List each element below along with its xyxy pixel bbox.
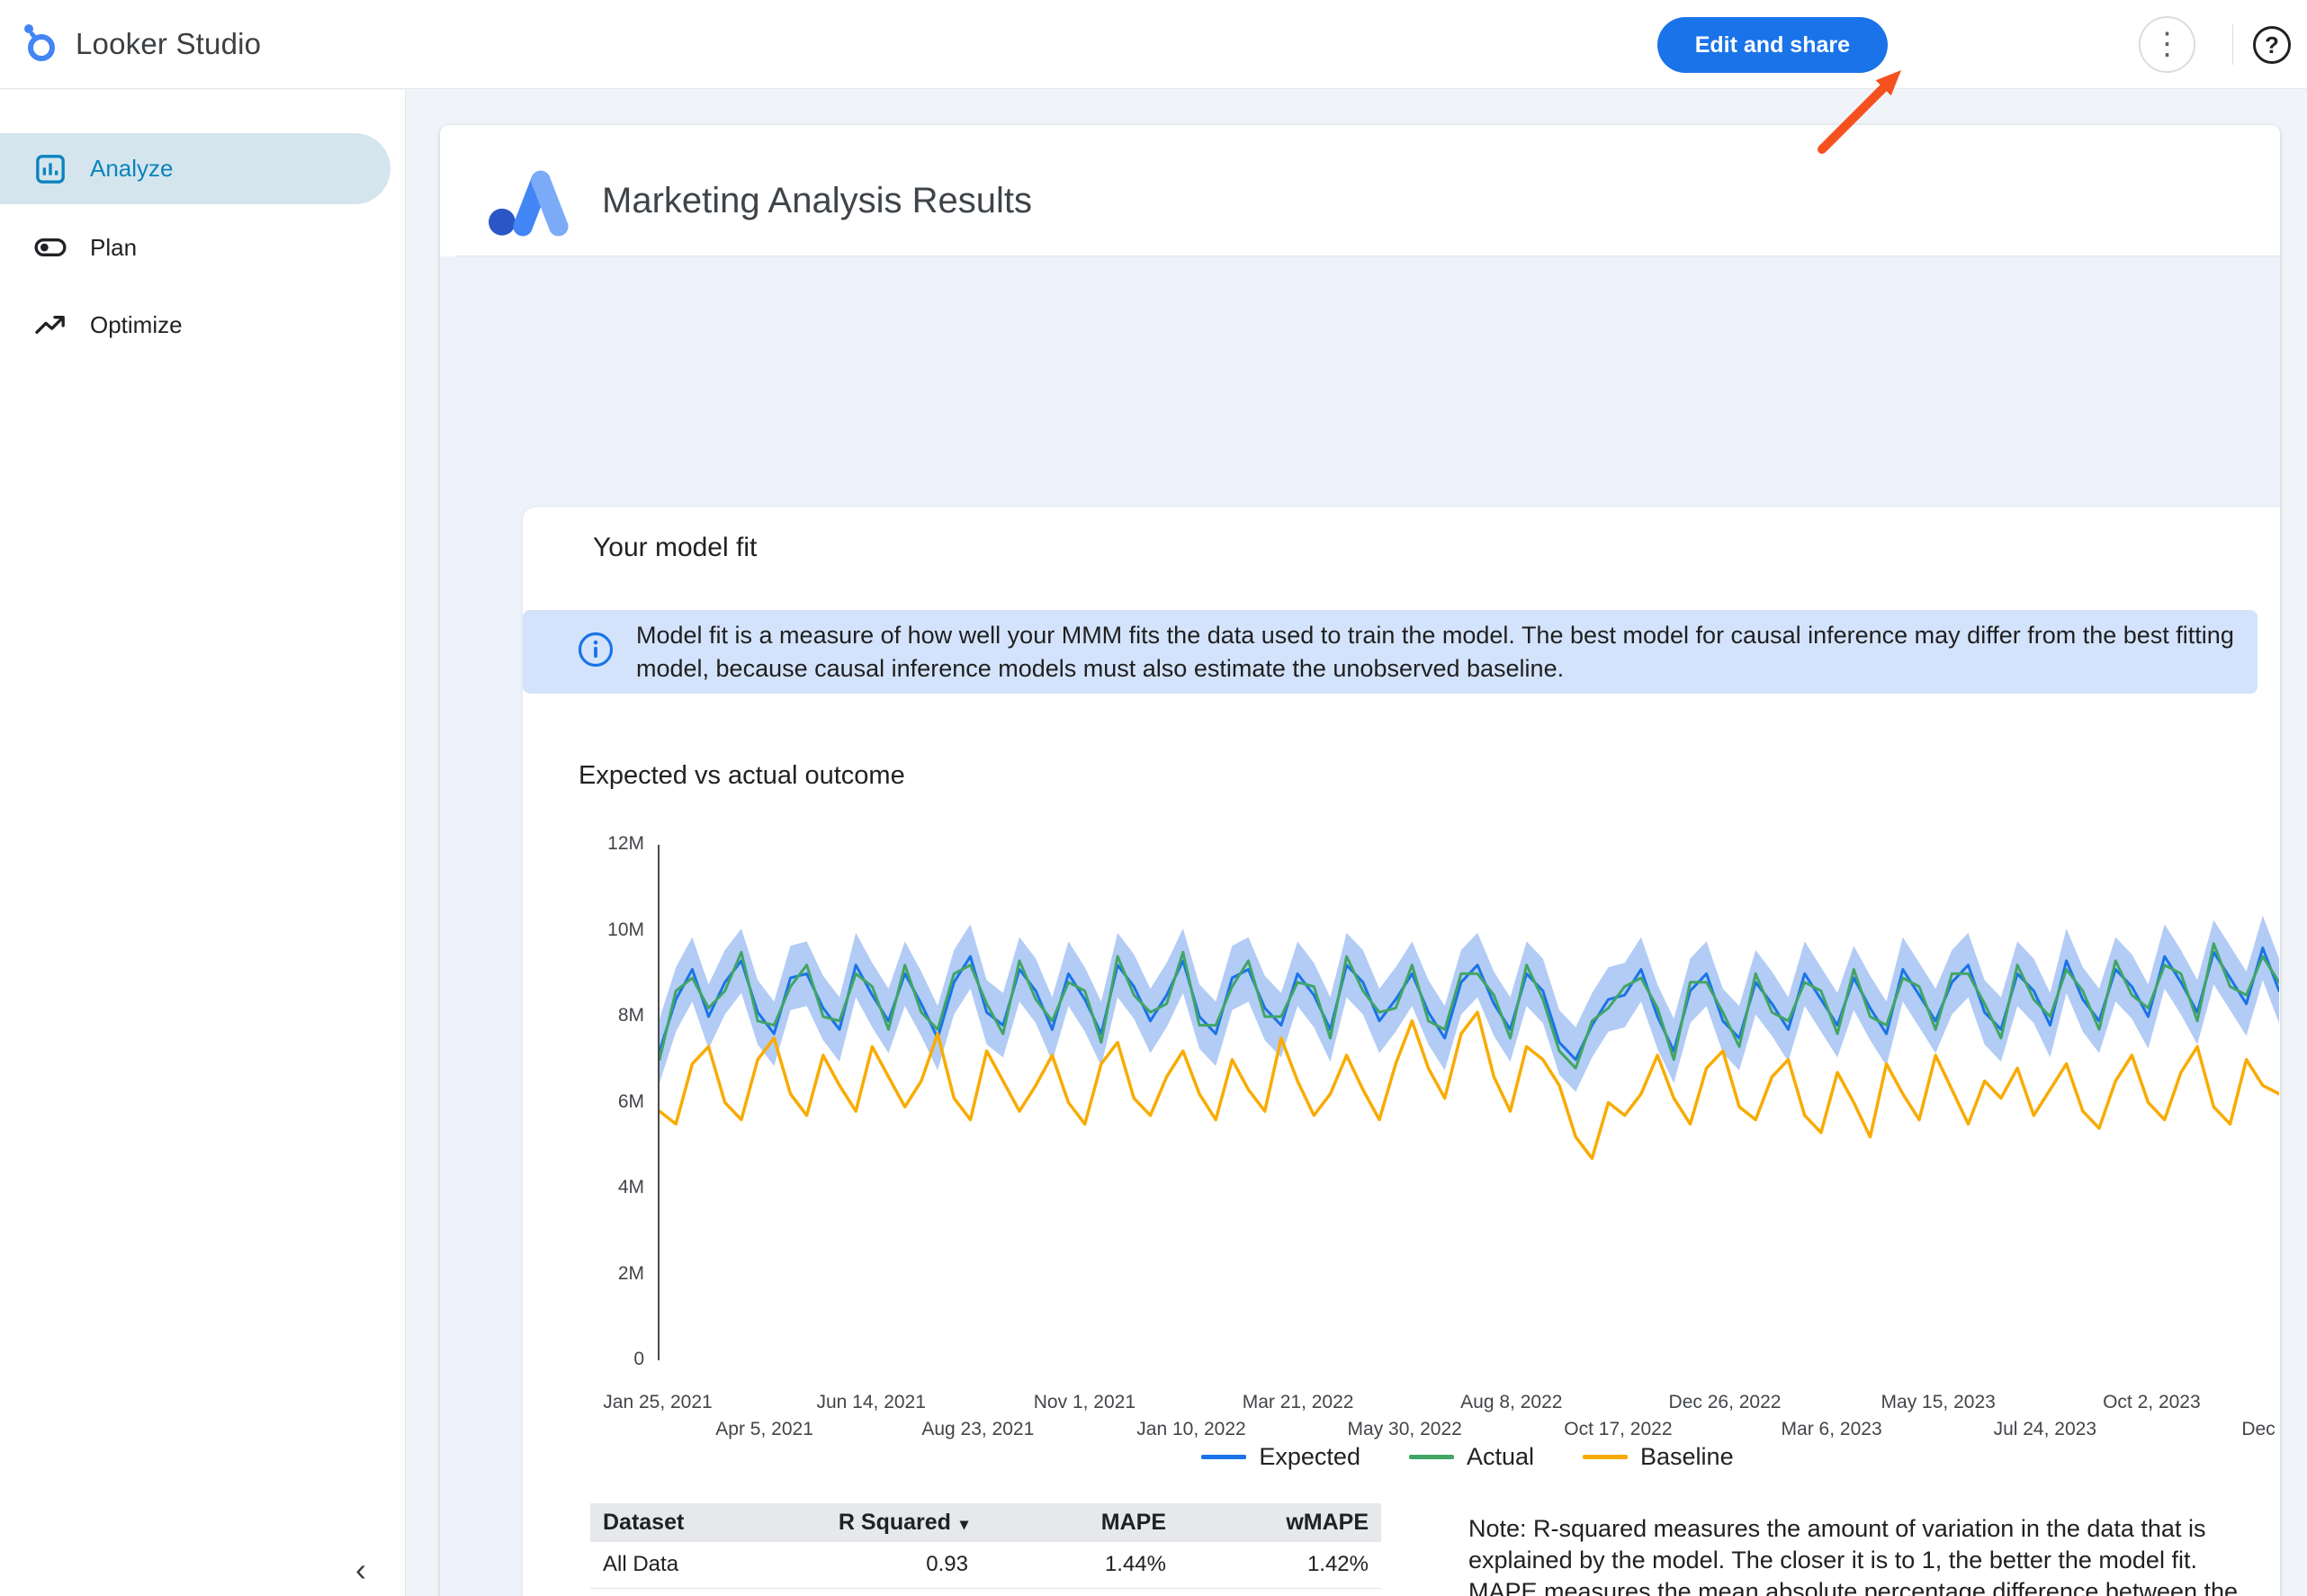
x-axis-label: May 15, 2023 — [1881, 1392, 1996, 1413]
marketing-m-logo-icon — [485, 161, 579, 243]
x-axis-label: Dec 26, 2022 — [1669, 1392, 1782, 1413]
help-button[interactable]: ? — [2253, 26, 2291, 64]
legend-label: Expected — [1259, 1443, 1360, 1471]
col-header-wmape: wMAPE — [1179, 1503, 1381, 1542]
sort-desc-icon: ▾ — [960, 1515, 968, 1533]
sidebar-item-analyze[interactable]: Analyze — [0, 133, 390, 204]
sidebar-item-optimize[interactable]: Optimize — [0, 293, 390, 356]
report-body: Your model fit Model fit is a measure of… — [440, 256, 2280, 1596]
x-axis-label: Aug 23, 2021 — [921, 1419, 1034, 1440]
x-axis-label: May 30, 2022 — [1348, 1419, 1462, 1440]
table-row: All Data 0.93 1.44% 1.42% — [590, 1542, 1381, 1588]
more-options-button[interactable]: ⋮ — [2139, 16, 2195, 73]
col-header-r-squared[interactable]: R Squared▾ — [815, 1503, 981, 1542]
topbar-divider — [2232, 24, 2233, 65]
cell-wmape: 1.42% — [1179, 1542, 1381, 1588]
brand: Looker Studio — [0, 21, 261, 68]
edit-and-share-button[interactable]: Edit and share — [1657, 17, 1888, 73]
chart-x-axis: Jan 25, 2021Apr 5, 2021Jun 14, 2021Aug 2… — [658, 1392, 2277, 1449]
legend-label: Actual — [1467, 1443, 1534, 1471]
x-axis-label: Jan 25, 2021 — [603, 1392, 712, 1413]
y-axis-label: 0 — [550, 1349, 644, 1370]
sidebar-nav: Analyze Plan Optimize ‹ — [0, 90, 406, 1596]
x-axis-label: Mar 21, 2022 — [1243, 1392, 1354, 1413]
info-banner: Model fit is a measure of how well your … — [523, 610, 2258, 694]
expected-line-swatch — [1201, 1455, 1246, 1459]
legend-item-expected: Expected — [1201, 1443, 1360, 1471]
app-title: Looker Studio — [76, 27, 261, 61]
legend-item-actual: Actual — [1409, 1443, 1534, 1471]
cell-mape: 1.44% — [981, 1542, 1179, 1588]
plan-toggle-icon — [32, 229, 68, 265]
legend-item-baseline: Baseline — [1583, 1443, 1734, 1471]
chart-legend: Expected Actual Baseline — [658, 1443, 2277, 1471]
sidebar-item-label: Plan — [90, 234, 137, 262]
looker-studio-logo-icon — [20, 21, 59, 68]
sidebar-item-label: Analyze — [90, 155, 174, 183]
col-header-dataset: Dataset — [590, 1503, 815, 1542]
x-axis-label: Oct 2, 2023 — [2103, 1392, 2201, 1413]
x-axis-label: Oct 17, 2022 — [1564, 1419, 1672, 1440]
y-axis-label: 6M — [550, 1091, 644, 1113]
actual-line-swatch — [1409, 1455, 1454, 1459]
optimize-trending-up-icon — [32, 307, 68, 343]
table-header-row: Dataset R Squared▾ MAPE wMAPE — [590, 1503, 1381, 1542]
x-axis-label: Nov 1, 2021 — [1034, 1392, 1136, 1413]
note-text: Note: R-squared measures the amount of v… — [1468, 1513, 2266, 1596]
model-fit-table: Dataset R Squared▾ MAPE wMAPE All Data 0… — [590, 1503, 1381, 1589]
x-axis-label: Mar 6, 2023 — [1782, 1419, 1882, 1440]
y-axis-label: 10M — [550, 919, 644, 941]
looker-studio-app: Looker Studio Edit and share ⋮ ? Analyze — [0, 0, 2307, 1596]
x-axis-label: Apr 5, 2021 — [715, 1419, 813, 1440]
expected-vs-actual-chart — [658, 845, 2277, 1360]
y-axis-label: 8M — [550, 1005, 644, 1027]
card-title: Your model fit — [593, 533, 757, 563]
chart-section-title: Expected vs actual outcome — [579, 761, 905, 791]
x-axis-label: Jul 24, 2023 — [1994, 1419, 2096, 1440]
y-axis-label: 12M — [550, 833, 644, 855]
x-axis-label: Jun 14, 2021 — [816, 1392, 925, 1413]
cell-r-squared: 0.93 — [815, 1542, 981, 1588]
report-title: Marketing Analysis Results — [602, 181, 1032, 221]
col-header-mape: MAPE — [981, 1503, 1179, 1542]
x-axis-label: Jan 10, 2022 — [1136, 1419, 1245, 1440]
sidebar-collapse-button[interactable]: ‹ — [340, 1549, 382, 1591]
chart-y-axis: 12M10M8M6M4M2M0 — [550, 845, 644, 1360]
model-fit-card: Your model fit Model fit is a measure of… — [523, 507, 2280, 1596]
x-axis-label: Dec — [2241, 1419, 2275, 1440]
x-axis-label: Aug 8, 2022 — [1460, 1392, 1562, 1413]
info-icon — [577, 631, 615, 673]
sidebar-item-label: Optimize — [90, 311, 183, 339]
analyze-chart-icon — [32, 151, 68, 187]
y-axis-label: 2M — [550, 1263, 644, 1285]
legend-label: Baseline — [1640, 1443, 1734, 1471]
y-axis-label: 4M — [550, 1177, 644, 1198]
report-canvas: Marketing Analysis Results Your model fi… — [440, 125, 2280, 1596]
top-bar: Looker Studio Edit and share ⋮ ? — [0, 0, 2307, 89]
baseline-line-swatch — [1583, 1455, 1628, 1459]
banner-text: Model fit is a measure of how well your … — [636, 619, 2247, 686]
cell-dataset: All Data — [590, 1542, 815, 1588]
sidebar-item-plan[interactable]: Plan — [0, 216, 390, 279]
